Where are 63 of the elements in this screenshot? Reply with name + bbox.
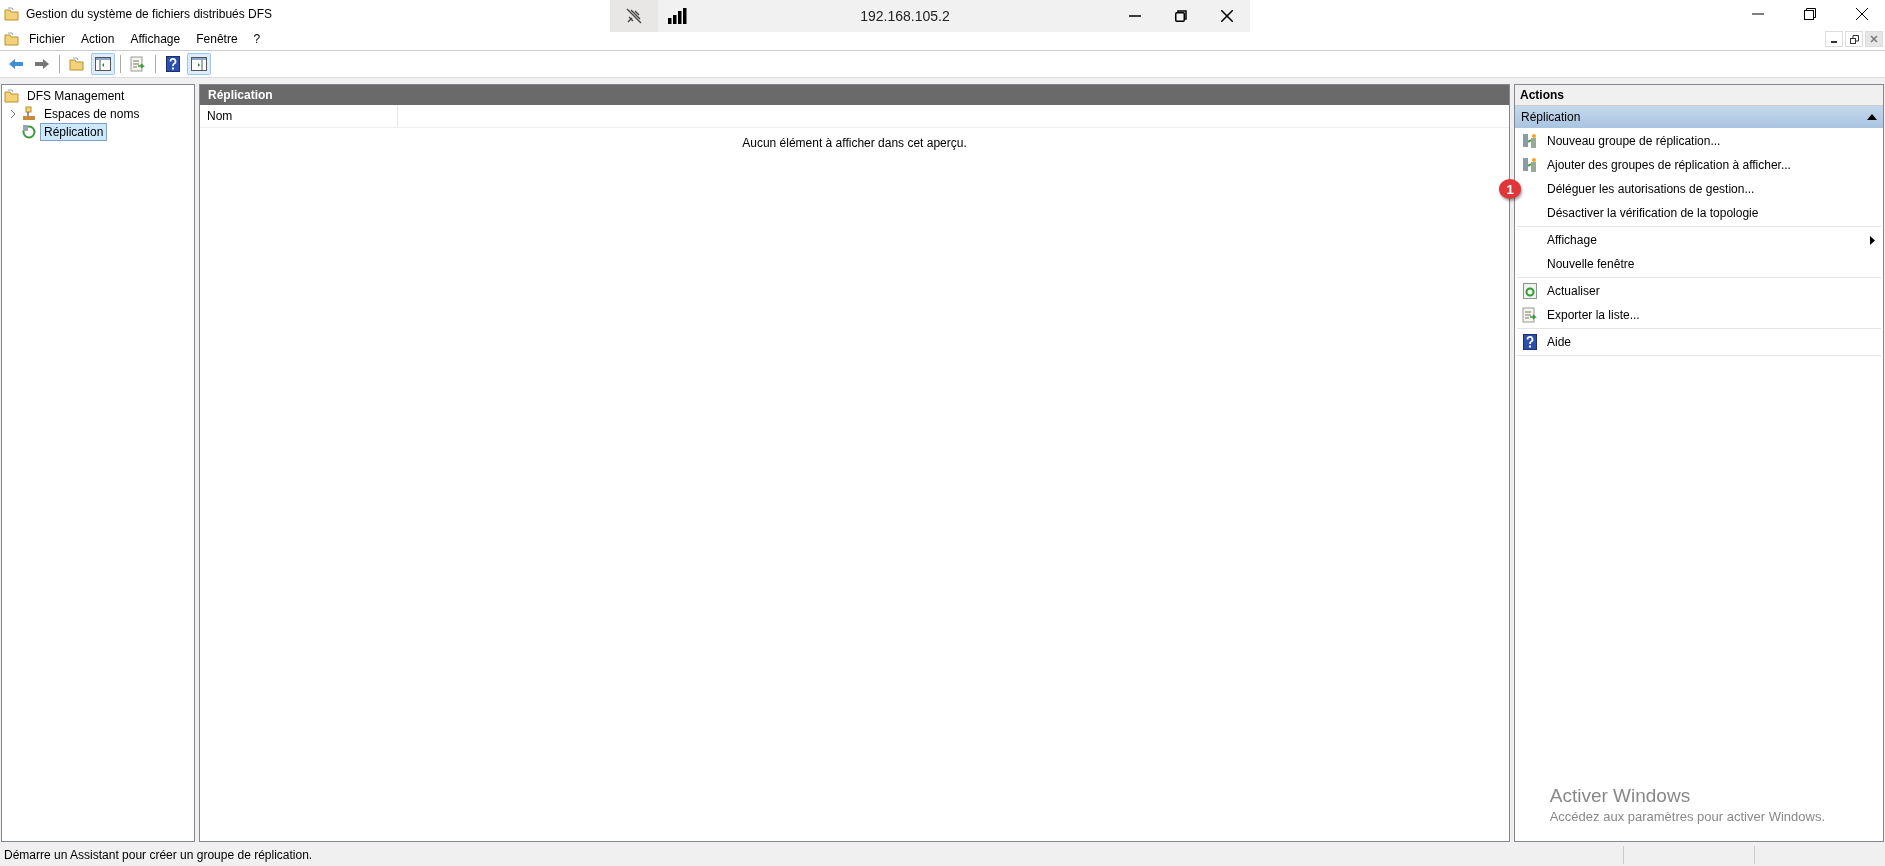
restore-icon: [1804, 8, 1816, 20]
signal-strength-icon: [668, 8, 688, 24]
menu-item[interactable]: Fichier: [22, 30, 72, 48]
window-title: Gestion du système de fichiers distribués DFS: [26, 7, 273, 21]
action-link[interactable]: Nouvelle fenêtre: [1547, 257, 1881, 271]
menu-item[interactable]: Action: [74, 30, 122, 48]
close-icon: [1856, 8, 1868, 20]
refresh-icon: [1523, 283, 1537, 299]
export-list-icon: [1522, 307, 1538, 323]
action-link[interactable]: Déléguer les autorisations de gestion...: [1547, 182, 1881, 196]
action-link[interactable]: Exporter la liste...: [1547, 308, 1881, 322]
empty-message: Aucun élément à afficher dans cet aperçu.: [741, 135, 968, 150]
expand-chevron-icon[interactable]: [8, 109, 18, 119]
status-text: Démarre un Assistant pour créer un groupe de réplication.: [3, 848, 314, 862]
minimize-button[interactable]: [1825, 31, 1843, 47]
namespace-icon: [21, 106, 37, 122]
action-link[interactable]: Désactiver la vérification de la topologie: [1547, 206, 1881, 220]
back-arrow-icon: [8, 58, 24, 70]
app-icon: [4, 6, 20, 22]
section-header[interactable]: Réplication: [1515, 106, 1883, 128]
minimize-icon: [1129, 15, 1141, 17]
help-icon: [166, 56, 180, 72]
tree-item[interactable]: DFS Management: [23, 87, 129, 105]
restore-icon: [1849, 34, 1859, 44]
activation-title: Activer Windows: [1549, 785, 1692, 807]
action-link[interactable]: Affichage: [1547, 233, 1862, 247]
action-link[interactable]: Nouveau groupe de réplication...: [1547, 134, 1881, 148]
action-link[interactable]: Ajouter des groupes de réplication à afficher...: [1547, 158, 1881, 172]
column-header[interactable]: Nom: [200, 105, 398, 127]
replication-icon: [21, 124, 37, 140]
console-icon: [4, 31, 20, 47]
help-icon: [1523, 334, 1537, 350]
action-pane-icon: [191, 57, 207, 71]
section-title: Réplication: [1521, 110, 1581, 124]
number-badge: 1: [1499, 179, 1521, 199]
new-server-group-icon: [1522, 133, 1538, 149]
console-tree-icon: [95, 57, 111, 71]
menu-item[interactable]: ?: [246, 30, 268, 48]
close-icon: [1221, 10, 1233, 22]
toolbar-button[interactable]: [91, 53, 115, 75]
action-link[interactable]: Actualiser: [1547, 284, 1881, 298]
remote-address: 192.168.105.2: [859, 8, 951, 24]
activation-text: Accédez aux paramètres pour activer Windows.: [1549, 809, 1825, 824]
unpinned-pin-icon: [625, 7, 643, 25]
actions-header: Actions: [1515, 85, 1883, 106]
tree-item[interactable]: Réplication: [40, 123, 108, 141]
folders-icon: [4, 88, 20, 104]
minimize-icon: [1752, 13, 1764, 15]
server-group-icon: [1522, 157, 1538, 173]
menu-item[interactable]: Fenêtre: [189, 30, 245, 48]
restore-icon: [1175, 10, 1187, 22]
restore-button[interactable]: [1845, 31, 1863, 47]
close-button[interactable]: [1865, 31, 1883, 47]
folder-up-icon: [69, 56, 85, 72]
pin-button[interactable]: [610, 0, 658, 32]
panel-header: Réplication: [200, 85, 1509, 105]
export-list-icon: [130, 56, 146, 72]
tree-item[interactable]: Espaces de noms: [40, 105, 144, 123]
menu-item[interactable]: Affichage: [123, 30, 188, 48]
action-link[interactable]: Aide: [1547, 335, 1881, 349]
close-icon: [1870, 35, 1878, 43]
forward-arrow-icon: [34, 58, 50, 70]
toolbar-button[interactable]: [187, 53, 211, 75]
